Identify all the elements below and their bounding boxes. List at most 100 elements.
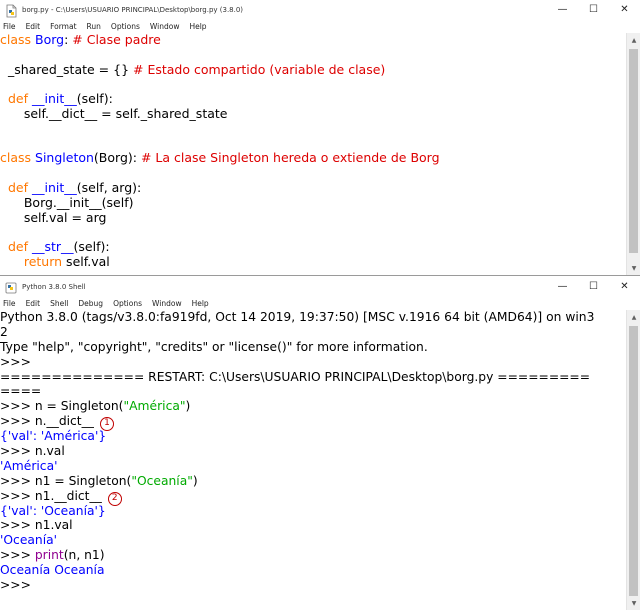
command-text: n1 = Singleton( (34, 473, 132, 488)
code-line: def __init__(self, arg): (0, 179, 626, 196)
menu-edit[interactable]: Edit (26, 299, 41, 308)
menu-window[interactable]: Window (152, 299, 182, 308)
code-line: def __str__(self): (0, 239, 626, 255)
banner-line: 2 (0, 324, 8, 339)
shell-window: Python 3.8.0 Shell — ☐ ✕ File Edit Shell… (0, 277, 640, 610)
command-text: n1.val (34, 518, 73, 533)
command-text: n.__dict__ (34, 414, 94, 429)
prompt-line: >>> n1.__dict__ 2 (0, 488, 626, 506)
prompt: >>> (0, 578, 35, 593)
command-text: n = Singleton( (34, 399, 124, 414)
code-text: (self): (73, 239, 110, 255)
shell-scrollbar[interactable]: ▲ ▼ (626, 310, 640, 610)
code-line: class Singleton(Borg): # La clase Single… (0, 150, 626, 166)
menu-options[interactable]: Options (113, 299, 142, 308)
prompt: >>> (0, 444, 35, 459)
prompt-line: >>> n1.val (0, 518, 626, 533)
restart-line: ==== (0, 384, 42, 399)
code-line: Borg.__init__(self) (0, 194, 626, 211)
maximize-button[interactable]: ☐ (578, 277, 609, 296)
keyword: def (7, 91, 28, 107)
menu-window[interactable]: Window (150, 22, 180, 31)
menu-edit[interactable]: Edit (26, 22, 41, 31)
scroll-down-arrow-icon[interactable]: ▼ (627, 596, 640, 610)
output-line: 'Oceanía' (0, 533, 58, 548)
prompt: >>> (0, 548, 35, 563)
python-shell-icon (4, 280, 18, 294)
keyword: def (7, 179, 28, 195)
editor-code-area[interactable]: class Borg: # Clase padre _shared_state … (0, 32, 626, 275)
restart-line: ============== RESTART: C:\Users\USUARIO… (0, 369, 591, 384)
command-text: (n, n1) (63, 548, 105, 563)
output-line: Oceanía Oceanía (0, 563, 105, 578)
banner-line: Type "help", "copyright", "credits" or "… (0, 339, 428, 354)
prompt-line: >>> (0, 578, 626, 593)
shell-titlebar[interactable]: Python 3.8.0 Shell — ☐ ✕ (0, 277, 640, 296)
editor-titlebar[interactable]: borg.py - C:\Users\USUARIO PRINCIPAL\Des… (0, 0, 640, 19)
close-button[interactable]: ✕ (609, 277, 640, 296)
code-line: def __init__(self): (0, 91, 626, 107)
code-text: (Borg): (93, 150, 141, 166)
editor-scrollbar[interactable]: ▲ ▼ (626, 33, 640, 275)
comment: # Estado compartido (variable de clase) (133, 61, 386, 77)
scroll-up-arrow-icon[interactable]: ▲ (627, 33, 640, 47)
editor-title: borg.py - C:\Users\USUARIO PRINCIPAL\Des… (22, 5, 244, 14)
banner-line: Python 3.8.0 (tags/v3.8.0:fa919fd, Oct 1… (0, 310, 595, 324)
prompt: >>> (0, 399, 35, 414)
string-literal: "América" (123, 399, 186, 414)
output-line: {'val': 'Oceanía'} (0, 503, 106, 518)
code-line: _shared_state = {} # Estado compartido (… (0, 61, 626, 78)
command-text: n1.__dict__ (34, 488, 102, 503)
prompt-line: >>> n.val (0, 444, 626, 459)
minimize-button[interactable]: — (547, 277, 578, 296)
code-text: self.__dict__ = self._shared_state (0, 105, 228, 121)
code-line: self.val = arg (0, 209, 626, 226)
keyword: class (0, 32, 32, 47)
shell-output-area[interactable]: Python 3.8.0 (tags/v3.8.0:fa919fd, Oct 1… (0, 310, 626, 610)
menu-file[interactable]: File (3, 299, 16, 308)
shell-menubar: File Edit Shell Debug Options Window Hel… (0, 296, 640, 310)
menu-shell[interactable]: Shell (50, 299, 68, 308)
scroll-thumb[interactable] (629, 326, 638, 596)
maximize-button[interactable]: ☐ (578, 0, 609, 19)
string-literal: "Oceanía" (131, 473, 193, 488)
function-name: __init__ (31, 179, 77, 195)
prompt-line: >>> n = Singleton("América") (0, 399, 626, 414)
command-text: ) (185, 399, 191, 414)
prompt: >>> (0, 518, 35, 533)
menu-options[interactable]: Options (111, 22, 140, 31)
menu-help[interactable]: Help (189, 22, 206, 31)
code-text: self.val = arg (0, 209, 107, 225)
menu-file[interactable]: File (3, 22, 16, 31)
editor-menubar: File Edit Format Run Options Window Help (0, 19, 640, 33)
code-line: return self.val (0, 253, 626, 270)
keyword: def (7, 239, 28, 255)
scroll-down-arrow-icon[interactable]: ▼ (627, 261, 640, 275)
code-text: (self): (76, 91, 113, 107)
keyword: class (0, 150, 32, 166)
menu-format[interactable]: Format (50, 22, 76, 31)
code-text: Borg.__init__(self) (0, 194, 134, 210)
code-text: (self, arg): (76, 179, 142, 195)
minimize-button[interactable]: — (547, 0, 578, 19)
scroll-up-arrow-icon[interactable]: ▲ (627, 310, 640, 324)
shell-title: Python 3.8.0 Shell (22, 282, 86, 291)
menu-debug[interactable]: Debug (78, 299, 103, 308)
keyword: return (23, 253, 63, 269)
menu-run[interactable]: Run (87, 22, 101, 31)
prompt: >>> (0, 414, 35, 429)
prompt-line: >>> (0, 355, 626, 370)
close-button[interactable]: ✕ (609, 0, 640, 19)
output-line: 'América' (0, 458, 58, 473)
menu-help[interactable]: Help (192, 299, 209, 308)
prompt-line: >>> print(n, n1) (0, 548, 626, 563)
function-name: __str__ (31, 239, 74, 255)
scroll-thumb[interactable] (629, 49, 638, 253)
